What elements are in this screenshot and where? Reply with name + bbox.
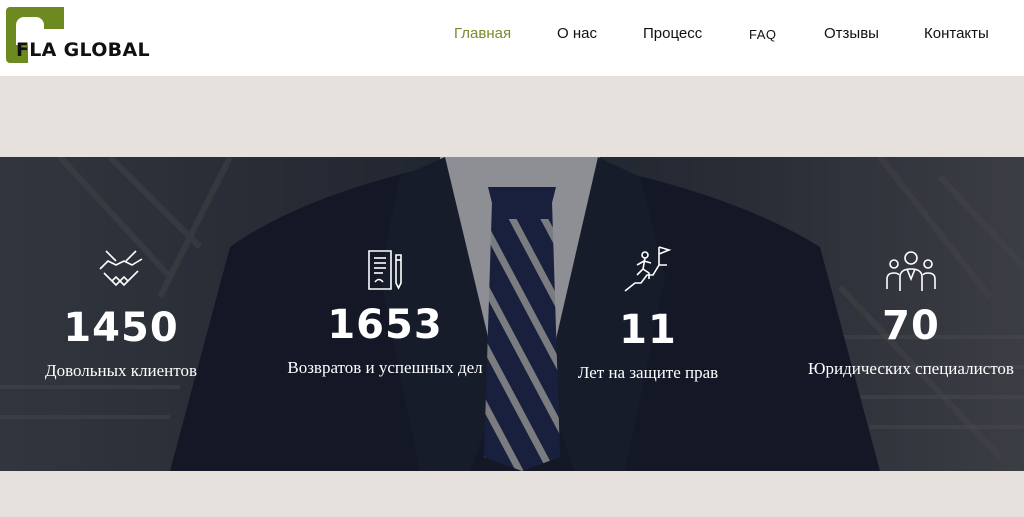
stat-specialists: 70 Юридических специалистов xyxy=(800,157,1022,471)
stat-label: Довольных клиентов xyxy=(44,361,197,380)
stat-cases: 1653 Возвратов и успешных дел xyxy=(285,157,485,471)
stat-value: 1653 xyxy=(327,302,443,348)
stat-value: 70 xyxy=(882,303,940,349)
stat-years: 11 Лет на защите прав xyxy=(548,157,748,471)
stats-section: 1450 Довольных клиентов 1653 Возвратов и… xyxy=(0,157,1024,471)
logo[interactable]: FLA GLOBAL xyxy=(4,5,164,67)
nav-reviews[interactable]: Отзывы xyxy=(824,25,879,42)
stat-label: Возвратов и успешных дел xyxy=(287,358,483,377)
nav-process[interactable]: Процесс xyxy=(643,25,702,42)
logo-text: FLA GLOBAL xyxy=(16,39,150,61)
site-header: FLA GLOBAL Главная О нас Процесс FAQ Отз… xyxy=(0,0,1024,76)
nav-home[interactable]: Главная xyxy=(454,25,511,42)
handshake-icon xyxy=(99,250,143,287)
stat-label: Лет на защите прав xyxy=(577,363,719,382)
team-people-icon xyxy=(886,251,936,291)
stat-value: 11 xyxy=(619,307,677,353)
stat-clients: 1450 Довольных клиентов xyxy=(21,157,221,471)
document-pen-icon xyxy=(368,250,402,290)
nav-about[interactable]: О нас xyxy=(557,25,597,42)
nav-faq[interactable]: FAQ xyxy=(749,27,777,42)
climb-flag-icon xyxy=(624,246,672,292)
stat-label: Юридических специалистов xyxy=(808,359,1014,378)
stat-value: 1450 xyxy=(63,305,179,351)
nav-contacts[interactable]: Контакты xyxy=(924,25,989,42)
